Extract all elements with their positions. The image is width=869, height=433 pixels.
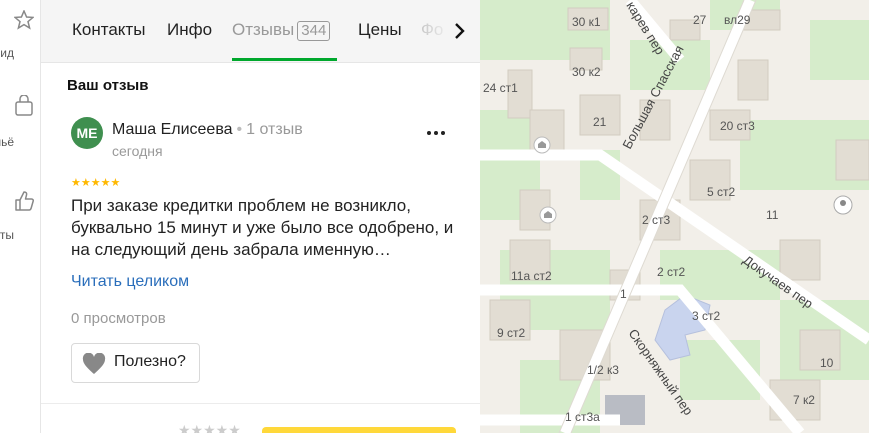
chevron-right-icon[interactable] bbox=[451, 21, 469, 41]
helpful-button[interactable]: Полезно? bbox=[71, 343, 200, 383]
poi-icon[interactable] bbox=[539, 206, 557, 224]
map-label: 10 bbox=[820, 356, 834, 370]
active-tab-indicator bbox=[232, 58, 337, 61]
author-name[interactable]: Маша Елисеева bbox=[112, 121, 233, 138]
map-label: 20 ст3 bbox=[720, 119, 755, 133]
map-label: 24 ст1 bbox=[483, 81, 518, 95]
poi-icon[interactable] bbox=[533, 136, 551, 154]
map-label: 3 ст2 bbox=[692, 309, 721, 323]
rail-label: ид bbox=[0, 46, 14, 60]
review-author: Маша Елисеева • 1 отзыв bbox=[112, 121, 303, 139]
bag-icon bbox=[15, 95, 33, 116]
map-label: 21 bbox=[593, 115, 607, 129]
map-label: 9 ст2 bbox=[497, 326, 526, 340]
map-label: 5 ст2 bbox=[707, 185, 736, 199]
tab-info[interactable]: Инфо bbox=[167, 20, 212, 40]
reviews-count-badge: 344 bbox=[297, 21, 331, 41]
tab-reviews[interactable]: Отзывы 344 bbox=[232, 20, 331, 41]
tab-prices[interactable]: Цены bbox=[358, 20, 402, 40]
thumb-up-icon bbox=[15, 191, 34, 211]
rail-label: льё bbox=[0, 135, 14, 149]
more-options-icon[interactable] bbox=[425, 122, 447, 144]
org-panel: Контакты Инфо Отзывы344 Цены Фо Ваш отзы… bbox=[41, 0, 480, 433]
map[interactable]: 30 к1 27 вл29 30 к2 24 ст1 21 20 ст3 5 с… bbox=[480, 0, 869, 433]
rail-label: еты bbox=[0, 228, 14, 242]
map-label: 27 bbox=[693, 13, 707, 27]
location-pin-icon[interactable] bbox=[833, 195, 853, 215]
tab-bar: Контакты Инфо Отзывы344 Цены Фо bbox=[41, 0, 480, 63]
tab-contacts[interactable]: Контакты bbox=[72, 20, 145, 40]
separator-dot: • bbox=[236, 121, 243, 138]
rating-stars: ★★★★★ bbox=[71, 177, 121, 189]
map-label: 1/2 к3 bbox=[587, 363, 619, 377]
map-label: 2 ст3 bbox=[642, 213, 671, 227]
review-text: При заказе кредитки проблем не возникло,… bbox=[71, 196, 454, 259]
views-count: 0 просмотров bbox=[71, 310, 166, 327]
write-review-button[interactable] bbox=[262, 427, 456, 433]
map-label: 30 к1 bbox=[572, 15, 601, 29]
map-canvas[interactable]: 30 к1 27 вл29 30 к2 24 ст1 21 20 ст3 5 с… bbox=[480, 0, 869, 433]
map-label: 11а ст2 bbox=[511, 269, 552, 283]
map-label: 2 ст2 bbox=[657, 265, 686, 279]
map-label: вл29 bbox=[724, 13, 751, 27]
tab-label: Отзывы bbox=[232, 20, 295, 39]
heart-icon bbox=[82, 353, 106, 374]
author-review-count: 1 отзыв bbox=[246, 121, 303, 138]
divider bbox=[41, 403, 480, 404]
map-label: 1 ст3а bbox=[565, 410, 600, 424]
map-label: 1 bbox=[620, 287, 627, 301]
map-label: 11 bbox=[766, 208, 779, 222]
map-label: 30 к2 bbox=[572, 65, 601, 79]
helpful-label: Полезно? bbox=[114, 353, 186, 370]
map-label: 7 к2 bbox=[793, 393, 815, 407]
left-rail: ид льё еты bbox=[0, 0, 41, 433]
read-more-link[interactable]: Читать целиком bbox=[71, 273, 189, 291]
avatar[interactable]: МЕ bbox=[71, 117, 103, 149]
star-icon bbox=[14, 10, 34, 30]
review-date: сегодня bbox=[112, 143, 163, 159]
section-title: Ваш отзыв bbox=[67, 77, 149, 94]
rate-stars-input[interactable]: ★★★★★ bbox=[178, 422, 241, 433]
